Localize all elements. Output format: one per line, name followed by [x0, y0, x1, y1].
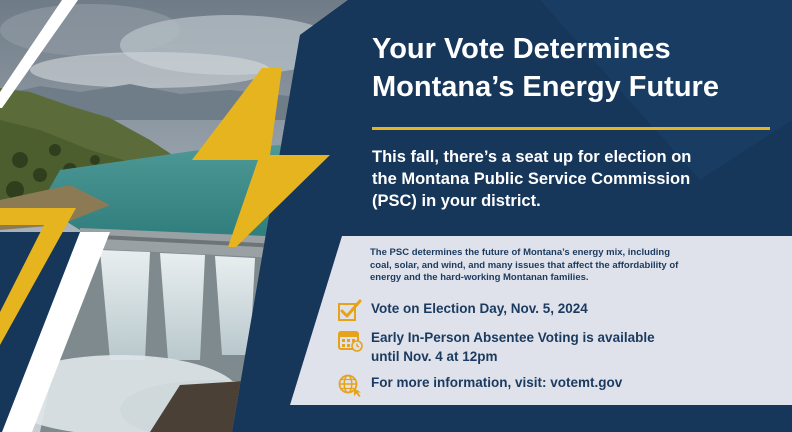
intro-text: This fall, there’s a seat up for electio… — [372, 146, 767, 212]
election-day-label: Vote on Election Day, Nov. 5, 2024 — [371, 299, 588, 318]
early-voting-label: Early In-Person Absentee Voting is avail… — [371, 328, 655, 366]
more-info-text[interactable]: For more information, visit: votemt.gov — [371, 373, 622, 392]
checkbox-icon — [337, 299, 363, 323]
intro-line-3: (PSC) in your district. — [372, 192, 541, 210]
globe-icon — [337, 373, 363, 397]
early-voting-line-2: until Nov. 4 at 12pm — [371, 349, 498, 364]
info-line-3: energy and the hard-working Montanan fam… — [370, 272, 589, 283]
headline-line-1: Your Vote Determines — [372, 33, 671, 65]
info-line-1: The PSC determines the future of Montana… — [370, 247, 670, 258]
more-info-item: For more information, visit: votemt.gov — [337, 373, 622, 397]
election-day-text: Vote on Election Day, Nov. 5, 2024 — [371, 301, 588, 316]
early-voting-line-1: Early In-Person Absentee Voting is avail… — [371, 330, 655, 345]
info-text: The PSC determines the future of Montana… — [370, 247, 765, 285]
headline-line-2: Montana’s Energy Future — [372, 71, 719, 103]
intro-line-2: the Montana Public Service Commission — [372, 170, 691, 188]
gold-divider — [372, 127, 770, 130]
more-info-label: For more information, visit: votemt.gov — [371, 373, 622, 392]
info-line-2: coal, solar, and wind, and many issues t… — [370, 259, 679, 271]
early-voting-item: Early In-Person Absentee Voting is avail… — [337, 328, 655, 366]
intro-line-1: This fall, there’s a seat up for electio… — [372, 148, 692, 166]
calendar-icon — [337, 328, 363, 352]
headline: Your Vote Determines Montana’s Energy Fu… — [372, 30, 782, 106]
election-day-item: Vote on Election Day, Nov. 5, 2024 — [337, 299, 588, 323]
